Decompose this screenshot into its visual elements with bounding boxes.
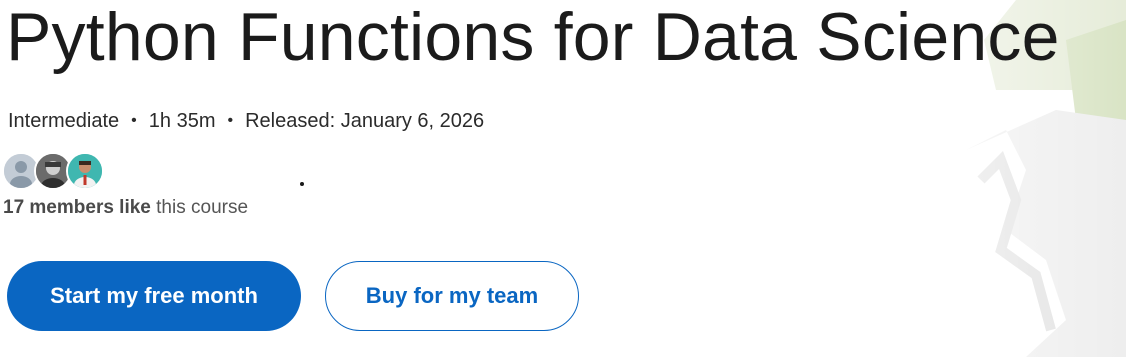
page-title: Python Functions for Data Science bbox=[6, 0, 1060, 75]
start-free-month-button[interactable]: Start my free month bbox=[7, 261, 301, 331]
likes-count: 17 members like bbox=[3, 197, 151, 218]
course-duration: 1h 35m bbox=[148, 110, 216, 132]
course-release-date: Released: January 6, 2026 bbox=[245, 110, 485, 132]
meta-separator: • bbox=[227, 112, 234, 129]
course-meta: Intermediate • 1h 35m • Released: Januar… bbox=[8, 108, 484, 134]
likes-text: 17 members like this course bbox=[3, 196, 248, 220]
likes-suffix: this course bbox=[150, 197, 249, 218]
meta-separator: • bbox=[131, 112, 137, 129]
buy-for-team-button[interactable]: Buy for my team bbox=[325, 261, 579, 331]
stray-dot bbox=[300, 182, 304, 186]
avatar bbox=[66, 152, 104, 190]
course-level: Intermediate bbox=[8, 110, 120, 132]
member-avatars bbox=[2, 152, 104, 190]
